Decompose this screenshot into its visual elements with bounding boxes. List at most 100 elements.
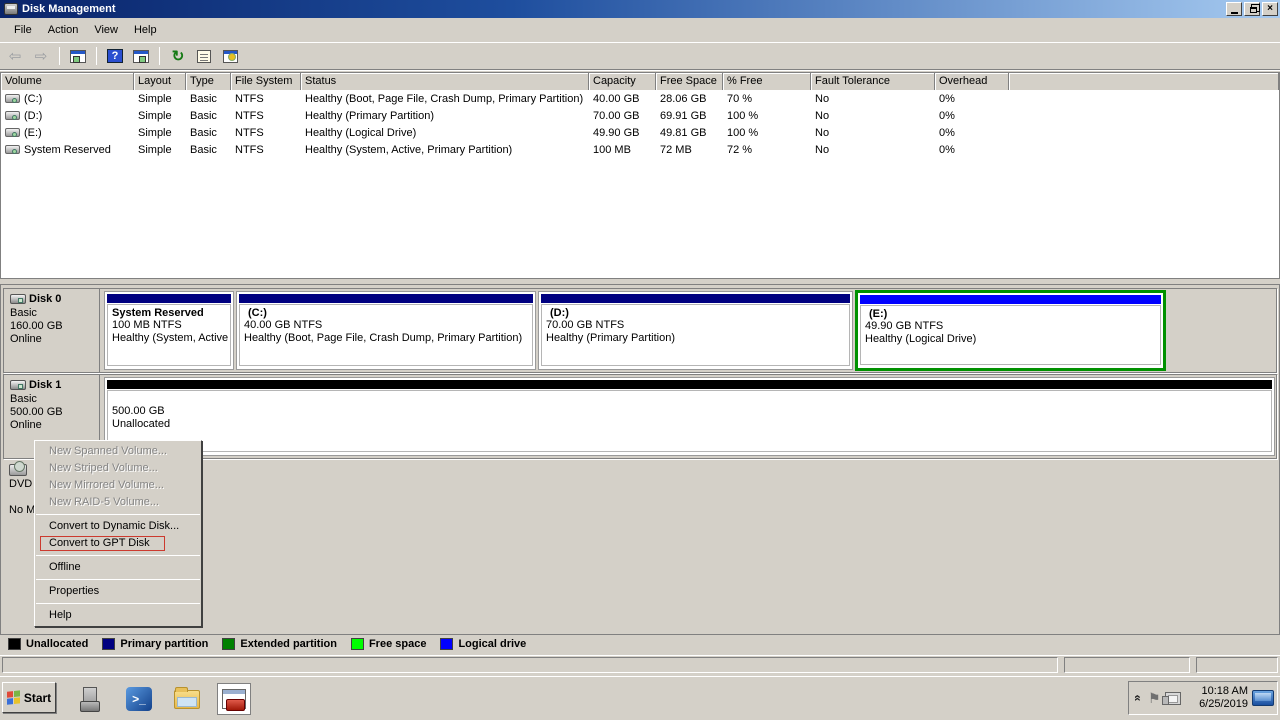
menu-item-new-mirrored-volume: New Mirrored Volume... — [35, 477, 201, 494]
column-header-type[interactable]: Type — [186, 73, 231, 90]
column-header-file-system[interactable]: File System — [231, 73, 301, 90]
disk-icon — [10, 380, 26, 390]
volume-fs: NTFS — [231, 92, 301, 106]
partition-type-bar — [541, 294, 850, 303]
volume-name: System Reserved — [24, 144, 111, 156]
volume-row-d[interactable]: (D:) Simple Basic NTFS Healthy (Primary … — [1, 107, 1279, 124]
volume-pct-free: 70 % — [723, 92, 811, 106]
column-header-capacity[interactable]: Capacity — [589, 73, 656, 90]
volume-overhead: 0% — [935, 143, 1009, 157]
minimize-button[interactable] — [1226, 2, 1242, 16]
menu-separator — [36, 579, 200, 580]
properties-button[interactable] — [193, 46, 215, 66]
menu-file[interactable]: File — [6, 21, 40, 39]
toolbar-separator — [159, 47, 160, 65]
unallocated-region[interactable]: 500.00 GB Unallocated — [104, 377, 1275, 456]
volume-pct-free: 100 % — [723, 126, 811, 140]
partition-e-logical-drive[interactable]: (E:) 49.90 GB NTFS Healthy (Logical Driv… — [855, 290, 1166, 371]
volume-capacity: 40.00 GB — [589, 92, 656, 106]
legend-swatch — [351, 638, 364, 650]
partition-system-reserved[interactable]: System Reserved 100 MB NTFS Healthy (Sys… — [104, 291, 234, 370]
disk-0-row: Disk 0 Basic 160.00 GB Online System Res… — [3, 288, 1277, 373]
volume-row-system-reserved[interactable]: System Reserved Simple Basic NTFS Health… — [1, 141, 1279, 158]
volume-layout: Simple — [134, 109, 186, 123]
legend-bar: Unallocated Primary partition Extended p… — [0, 634, 1280, 653]
volume-status: Healthy (Boot, Page File, Crash Dump, Pr… — [301, 92, 589, 106]
volume-row-c[interactable]: (C:) Simple Basic NTFS Healthy (Boot, Pa… — [1, 90, 1279, 107]
minimize-icon — [1231, 12, 1238, 14]
disk-state: Online — [10, 333, 95, 346]
volume-capacity: 49.90 GB — [589, 126, 656, 140]
start-button[interactable]: Start — [2, 682, 56, 713]
volume-row-e[interactable]: (E:) Simple Basic NTFS Healthy (Logical … — [1, 124, 1279, 141]
status-panel — [2, 657, 1058, 673]
taskbar-server-manager-button[interactable] — [73, 683, 107, 715]
column-header-empty — [1009, 73, 1279, 90]
legend-unallocated: Unallocated — [8, 638, 88, 650]
menu-action[interactable]: Action — [40, 21, 87, 39]
show-action-pane-button[interactable] — [130, 46, 152, 66]
windows-logo-icon — [7, 690, 21, 705]
menu-item-new-spanned-volume: New Spanned Volume... — [35, 443, 201, 460]
partition-c[interactable]: (C:) 40.00 GB NTFS Healthy (Boot, Page F… — [236, 291, 536, 370]
column-header-layout[interactable]: Layout — [134, 73, 186, 90]
column-header-fault-tolerance[interactable]: Fault Tolerance — [811, 73, 935, 90]
legend-extended-partition: Extended partition — [222, 638, 337, 650]
menu-item-offline[interactable]: Offline — [35, 559, 201, 576]
partition-name: (C:) — [244, 307, 528, 319]
column-header-free-space[interactable]: Free Space — [656, 73, 723, 90]
show-console-tree-button[interactable] — [67, 46, 89, 66]
column-header-overhead[interactable]: Overhead — [935, 73, 1009, 90]
show-hidden-icons-button[interactable]: « — [1131, 692, 1145, 704]
volume-fault-tolerance: No — [811, 143, 935, 157]
taskbar-file-explorer-button[interactable] — [170, 683, 204, 715]
unallocated-label: Unallocated — [112, 418, 1267, 431]
volume-name: (E:) — [24, 127, 42, 139]
cdrom-icon — [9, 464, 27, 476]
volume-free: 72 MB — [656, 143, 723, 157]
unallocated-type-bar — [107, 380, 1272, 389]
volume-name: (D:) — [24, 110, 42, 122]
menu-item-properties[interactable]: Properties — [35, 583, 201, 600]
volume-icon — [5, 128, 20, 137]
volume-name: (C:) — [24, 93, 42, 105]
disk-state: Online — [10, 419, 95, 432]
volume-icon — [5, 111, 20, 120]
properties-icon — [197, 50, 211, 63]
partition-type-bar — [239, 294, 533, 303]
restore-icon — [1250, 7, 1257, 13]
close-button[interactable]: × — [1262, 2, 1278, 16]
show-desktop-icon[interactable] — [1252, 690, 1274, 706]
toolbar: ⇦ ⇨ ? ↻ — [0, 43, 1280, 70]
disk-0-label-panel[interactable]: Disk 0 Basic 160.00 GB Online — [4, 289, 100, 372]
partition-status: Healthy (Boot, Page File, Crash Dump, Pr… — [244, 332, 528, 345]
taskbar-disk-management-button[interactable] — [217, 683, 251, 715]
disk-size: 160.00 GB — [10, 320, 95, 333]
status-bar — [0, 655, 1280, 674]
taskbar-powershell-button[interactable]: >_ — [122, 683, 156, 715]
help-button[interactable]: ? — [104, 46, 126, 66]
menu-view[interactable]: View — [86, 21, 126, 39]
action-center-flag-icon[interactable]: ⚑ — [1148, 690, 1161, 707]
partition-name: (D:) — [546, 307, 845, 319]
menu-item-convert-to-dynamic-disk[interactable]: Convert to Dynamic Disk... — [35, 518, 201, 535]
legend-swatch — [440, 638, 453, 650]
refresh-button[interactable]: ↻ — [167, 46, 189, 66]
menu-item-help[interactable]: Help — [35, 607, 201, 624]
rescan-disks-button[interactable] — [219, 46, 241, 66]
app-icon — [4, 3, 18, 15]
volume-pct-free: 100 % — [723, 109, 811, 123]
column-header-pct-free[interactable]: % Free — [723, 73, 811, 90]
network-icon[interactable] — [1165, 692, 1181, 705]
tray-clock[interactable]: 10:18 AM 6/25/2019 — [1185, 685, 1248, 711]
partition-d[interactable]: (D:) 70.00 GB NTFS Healthy (Primary Part… — [538, 291, 853, 370]
restore-button[interactable] — [1244, 2, 1260, 16]
clock-time: 10:18 AM — [1185, 685, 1248, 698]
volume-status: Healthy (Primary Partition) — [301, 109, 589, 123]
menu-help[interactable]: Help — [126, 21, 165, 39]
volume-capacity: 100 MB — [589, 143, 656, 157]
column-header-volume[interactable]: Volume — [1, 73, 134, 90]
menu-separator — [36, 555, 200, 556]
menu-item-convert-to-gpt-disk[interactable]: Convert to GPT Disk — [35, 535, 201, 552]
column-header-status[interactable]: Status — [301, 73, 589, 90]
